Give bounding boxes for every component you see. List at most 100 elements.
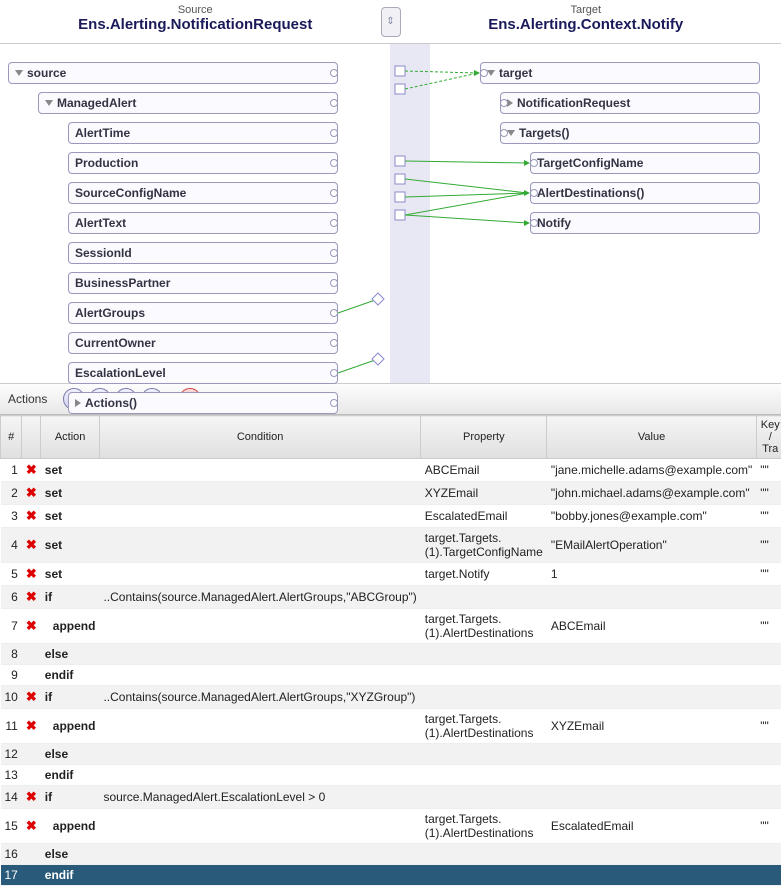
notification-request-label: NotificationRequest [517, 96, 630, 110]
action-row[interactable]: 12 else [1, 744, 781, 765]
row-key: "" [756, 528, 781, 563]
row-delete [22, 665, 41, 686]
source-field-label: AlertGroups [75, 306, 145, 320]
row-delete[interactable]: ✖ [22, 482, 41, 505]
row-number: 17 [1, 865, 22, 886]
col-num-header[interactable]: # [1, 416, 22, 459]
action-row[interactable]: 13endif [1, 765, 781, 786]
action-row[interactable]: 9endif [1, 665, 781, 686]
row-condition [99, 459, 420, 482]
row-key [756, 744, 781, 765]
notify-node[interactable]: Notify [530, 212, 760, 234]
action-row[interactable]: 10✖if..Contains(source.ManagedAlert.Aler… [1, 686, 781, 709]
source-field-node[interactable]: AlertTime [68, 122, 338, 144]
col-del-header[interactable] [22, 416, 41, 459]
delete-icon[interactable]: ✖ [26, 566, 37, 581]
delete-icon[interactable]: ✖ [26, 537, 37, 552]
row-condition [99, 765, 420, 786]
row-value: "john.michael.adams@example.com" [547, 482, 756, 505]
action-row[interactable]: 6✖if..Contains(source.ManagedAlert.Alert… [1, 586, 781, 609]
action-row[interactable]: 7✖appendtarget.Targets.(1).AlertDestinat… [1, 609, 781, 644]
row-delete[interactable]: ✖ [22, 528, 41, 563]
delete-icon[interactable]: ✖ [26, 589, 37, 604]
action-row[interactable]: 17 endif [1, 865, 781, 886]
source-field-node[interactable]: Production [68, 152, 338, 174]
row-property: ABCEmail [421, 459, 547, 482]
col-condition-header[interactable]: Condition [99, 416, 420, 459]
delete-icon[interactable]: ✖ [26, 508, 37, 523]
row-delete[interactable]: ✖ [22, 809, 41, 844]
source-field-node[interactable]: AlertText [68, 212, 338, 234]
delete-icon[interactable]: ✖ [26, 485, 37, 500]
row-key [756, 686, 781, 709]
row-action: else [41, 744, 100, 765]
row-condition [99, 744, 420, 765]
row-action: endif [41, 865, 100, 886]
splitter-handle[interactable]: ⇕ [381, 7, 401, 37]
row-delete[interactable]: ✖ [22, 459, 41, 482]
managed-alert-node[interactable]: ManagedAlert [38, 92, 338, 114]
source-field-node[interactable]: BusinessPartner [68, 272, 338, 294]
target-root-label: target [499, 66, 532, 80]
row-delete[interactable]: ✖ [22, 586, 41, 609]
source-root-node[interactable]: source [8, 62, 338, 84]
row-condition [99, 644, 420, 665]
target-config-name-node[interactable]: TargetConfigName [530, 152, 760, 174]
action-row[interactable]: 5✖settarget.Notify1"" [1, 563, 781, 586]
row-value [547, 665, 756, 686]
source-field-node[interactable]: Actions() [68, 392, 338, 414]
delete-icon[interactable]: ✖ [26, 789, 37, 804]
action-row[interactable]: 14✖ifsource.ManagedAlert.EscalationLevel… [1, 786, 781, 809]
action-row[interactable]: 1✖setABCEmail"jane.michelle.adams@exampl… [1, 459, 781, 482]
delete-icon[interactable]: ✖ [26, 689, 37, 704]
source-field-label: AlertText [75, 216, 126, 230]
action-row[interactable]: 3✖setEscalatedEmail"bobby.jones@example.… [1, 505, 781, 528]
row-delete[interactable]: ✖ [22, 786, 41, 809]
row-key: "" [756, 709, 781, 744]
row-property [421, 586, 547, 609]
row-delete[interactable]: ✖ [22, 686, 41, 709]
delete-icon[interactable]: ✖ [26, 618, 37, 633]
row-delete[interactable]: ✖ [22, 709, 41, 744]
row-key: "" [756, 609, 781, 644]
source-field-node[interactable]: AlertGroups [68, 302, 338, 324]
row-key [756, 844, 781, 865]
delete-icon[interactable]: ✖ [26, 718, 37, 733]
action-row[interactable]: 4✖settarget.Targets.(1).TargetConfigName… [1, 528, 781, 563]
col-action-header[interactable]: Action [41, 416, 100, 459]
action-row[interactable]: 15✖appendtarget.Targets.(1).AlertDestina… [1, 809, 781, 844]
row-number: 13 [1, 765, 22, 786]
col-value-header[interactable]: Value [547, 416, 756, 459]
alert-destinations-node[interactable]: AlertDestinations() [530, 182, 760, 204]
row-property: target.Targets.(1).AlertDestinations [421, 709, 547, 744]
row-action: set [41, 459, 100, 482]
row-delete[interactable]: ✖ [22, 505, 41, 528]
action-row[interactable]: 16else [1, 844, 781, 865]
row-number: 9 [1, 665, 22, 686]
notification-request-node[interactable]: NotificationRequest [500, 92, 760, 114]
row-property [421, 665, 547, 686]
action-row[interactable]: 11✖appendtarget.Targets.(1).AlertDestina… [1, 709, 781, 744]
target-root-node[interactable]: target [480, 62, 760, 84]
col-property-header[interactable]: Property [421, 416, 547, 459]
targets-node[interactable]: Targets() [500, 122, 760, 144]
source-field-node[interactable]: SessionId [68, 242, 338, 264]
col-key-header[interactable]: Key / Tra [756, 416, 781, 459]
source-field-node[interactable]: EscalationLevel [68, 362, 338, 384]
row-delete [22, 865, 41, 886]
row-delete[interactable]: ✖ [22, 609, 41, 644]
row-delete [22, 744, 41, 765]
row-delete [22, 765, 41, 786]
row-action: set [41, 528, 100, 563]
delete-icon[interactable]: ✖ [26, 462, 37, 477]
action-row[interactable]: 8else [1, 644, 781, 665]
source-field-node[interactable]: CurrentOwner [68, 332, 338, 354]
row-delete[interactable]: ✖ [22, 563, 41, 586]
row-action: append [41, 809, 100, 844]
row-number: 12 [1, 744, 22, 765]
delete-icon[interactable]: ✖ [26, 818, 37, 833]
source-sublabel: Source [0, 4, 391, 16]
actions-label: Actions [8, 392, 47, 406]
source-field-node[interactable]: SourceConfigName [68, 182, 338, 204]
action-row[interactable]: 2✖setXYZEmail"john.michael.adams@example… [1, 482, 781, 505]
